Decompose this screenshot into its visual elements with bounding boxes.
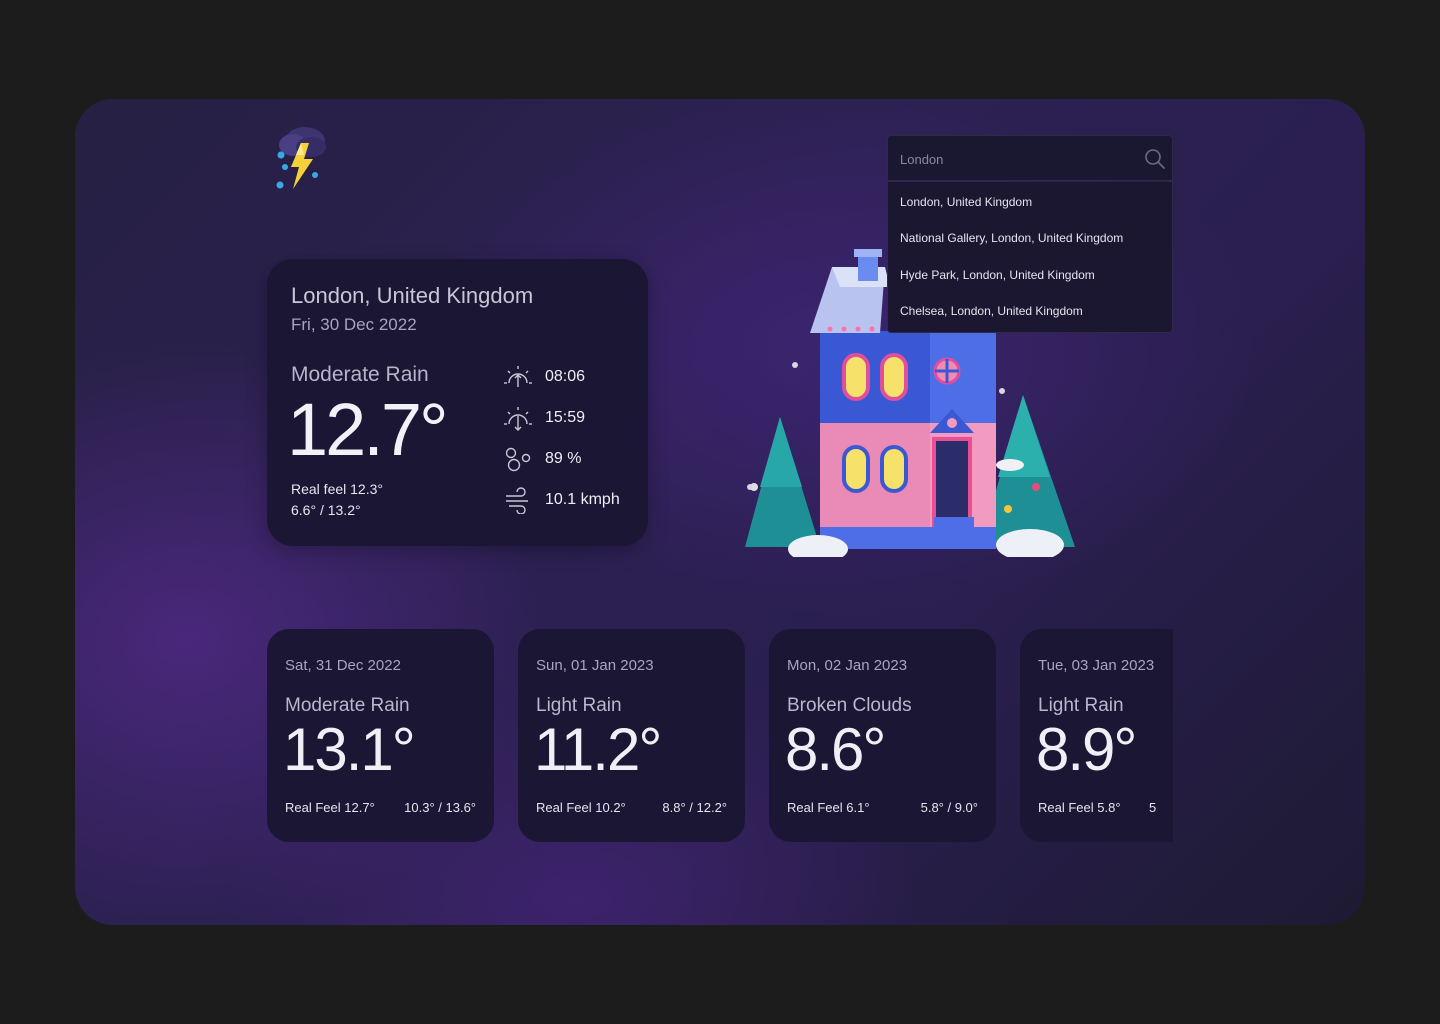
forecast-card[interactable]: Tue, 03 Jan 2023 Light Rain 8.9° Real Fe… <box>1020 629 1173 842</box>
forecast-date: Sun, 01 Jan 2023 <box>536 657 654 674</box>
humidity-value: 89 % <box>545 450 582 467</box>
sunset-time: 15:59 <box>545 409 586 426</box>
wind-icon <box>506 487 528 514</box>
forecast-list: Sat, 31 Dec 2022 Moderate Rain 13.1° Rea… <box>267 629 1173 843</box>
sunrise-time: 08:06 <box>545 368 586 385</box>
forecast-condition: Light Rain <box>536 695 622 716</box>
wind-speed: 10.1 kmph <box>545 491 620 508</box>
forecast-temp-range: 8.8° / 12.2° <box>662 800 727 815</box>
suggestion-item[interactable]: Hyde Park, London, United Kingdom <box>888 255 1172 291</box>
forecast-temp-range: 5 <box>1149 800 1157 815</box>
forecast-temp-range: 5.8° / 9.0° <box>920 800 978 815</box>
weather-app-window: London, United Kingdom National Gallery,… <box>75 99 1365 925</box>
suggestion-item[interactable]: National Gallery, London, United Kingdom <box>888 218 1172 254</box>
sunset-icon <box>504 407 532 431</box>
forecast-temperature: 13.1° <box>283 716 416 783</box>
forecast-date: Sat, 31 Dec 2022 <box>285 657 401 674</box>
forecast-temperature: 8.6° <box>785 716 886 783</box>
location-name: London, United Kingdom <box>291 283 534 308</box>
search-icon[interactable] <box>1144 148 1166 170</box>
forecast-temperature: 11.2° <box>534 716 662 783</box>
forecast-real-feel: Real Feel 10.2° <box>536 800 626 815</box>
current-condition: Moderate Rain <box>291 363 429 386</box>
forecast-real-feel: Real Feel 12.7° <box>285 800 375 815</box>
current-weather-card: London, United Kingdom Fri, 30 Dec 2022 … <box>267 259 648 546</box>
humidity-icon <box>505 447 531 472</box>
sunrise-icon <box>504 366 532 387</box>
current-real-feel: Real feel 12.3° <box>291 481 383 497</box>
forecast-date: Tue, 03 Jan 2023 <box>1038 657 1155 674</box>
forecast-real-feel: Real Feel 5.8° <box>1038 800 1121 815</box>
suggestion-item[interactable]: London, United Kingdom <box>888 182 1172 218</box>
current-temp-range: 6.6° / 13.2° <box>291 502 361 518</box>
suggestion-item[interactable]: Chelsea, London, United Kingdom <box>888 291 1172 327</box>
forecast-condition: Broken Clouds <box>787 695 912 716</box>
forecast-card[interactable]: Mon, 02 Jan 2023 Broken Clouds 8.6° Real… <box>769 629 996 842</box>
forecast-date: Mon, 02 Jan 2023 <box>787 657 908 674</box>
current-date: Fri, 30 Dec 2022 <box>291 315 417 334</box>
forecast-card[interactable]: Sun, 01 Jan 2023 Light Rain 11.2° Real F… <box>518 629 745 842</box>
search-suggestions: London, United Kingdom National Gallery,… <box>887 182 1173 333</box>
forecast-condition: Light Rain <box>1038 695 1124 716</box>
search-box[interactable] <box>887 135 1173 181</box>
forecast-temperature: 8.9° <box>1036 716 1137 783</box>
current-temperature: 12.7° <box>287 388 449 471</box>
forecast-card[interactable]: Sat, 31 Dec 2022 Moderate Rain 13.1° Rea… <box>267 629 494 842</box>
forecast-temp-range: 10.3° / 13.6° <box>404 800 476 815</box>
storm-cloud-icon <box>276 127 326 189</box>
forecast-real-feel: Real Feel 6.1° <box>787 800 870 815</box>
forecast-condition: Moderate Rain <box>285 695 410 716</box>
search-input[interactable] <box>898 148 1132 170</box>
